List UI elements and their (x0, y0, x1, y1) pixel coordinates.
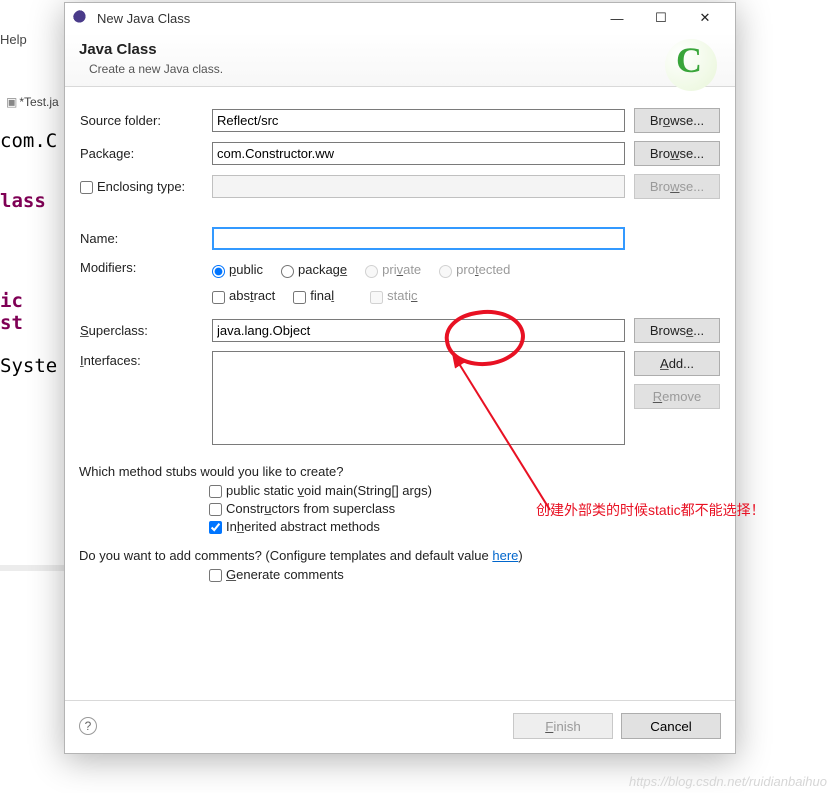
mod-protected: protected (439, 262, 510, 277)
browse-package-button[interactable]: Browse... (634, 141, 720, 166)
add-interface-button[interactable]: Add... (634, 351, 720, 376)
label-package: Package: (80, 146, 134, 161)
eclipse-icon (73, 10, 89, 26)
radio-package[interactable] (281, 265, 294, 278)
bg-code-1: com.C (0, 130, 57, 152)
new-class-dialog: New Java Class — ☐ ✕ Java Class Create a… (64, 2, 736, 754)
banner-sub: Create a new Java class. (89, 62, 721, 76)
label-source-folder: Source folder: (80, 113, 161, 128)
check-inherited[interactable] (209, 521, 222, 534)
browse-superclass-button[interactable]: Browse... (634, 318, 720, 343)
browse-source-button[interactable]: Browse... (634, 108, 720, 133)
mod-abstract[interactable]: abstract (212, 288, 275, 303)
mod-package[interactable]: package (281, 262, 347, 277)
close-button[interactable]: ✕ (683, 4, 727, 32)
stub-main[interactable]: public static void main(String[] args) (209, 483, 721, 498)
label-superclass: Superclass: (80, 323, 148, 338)
editor-tab[interactable]: ▣*Test.ja (6, 95, 59, 109)
check-main[interactable] (209, 485, 222, 498)
enclosing-input (212, 175, 625, 198)
stubs-question: Which method stubs would you like to cre… (79, 464, 721, 479)
window-title: New Java Class (97, 11, 595, 26)
configure-here-link[interactable]: here (492, 548, 518, 563)
label-interfaces: Interfaces: (80, 353, 141, 368)
stub-inherited[interactable]: Inherited abstract methods (209, 519, 721, 534)
dialog-banner: Java Class Create a new Java class. C (65, 33, 735, 87)
bg-code-4: Syste (0, 355, 57, 377)
superclass-input[interactable] (212, 319, 625, 342)
remove-interface-button: Remove (634, 384, 720, 409)
stub-constructors[interactable]: Constructors from superclass (209, 501, 721, 516)
mod-private: private (365, 262, 421, 277)
check-abstract[interactable] (212, 291, 225, 304)
source-folder-input[interactable] (212, 109, 625, 132)
label-name: Name: (80, 231, 118, 246)
menu-help[interactable]: Help (0, 32, 27, 47)
class-icon: C (665, 39, 717, 91)
check-generate-comments[interactable] (209, 569, 222, 582)
mod-public[interactable]: public (212, 262, 263, 277)
bg-stripe (0, 565, 64, 571)
check-final[interactable] (293, 291, 306, 304)
form-area: Source folder: Browse... Package: Browse… (65, 87, 735, 593)
comments-question: Do you want to add comments? (Configure … (79, 548, 721, 563)
maximize-button[interactable]: ☐ (639, 4, 683, 32)
dialog-footer: ? Finish Cancel (65, 700, 735, 753)
check-static (370, 291, 383, 304)
interfaces-list[interactable] (212, 351, 625, 445)
mod-final[interactable]: final (293, 288, 334, 303)
mod-static: static (370, 288, 417, 303)
banner-heading: Java Class (79, 41, 721, 58)
gen-comments[interactable]: Generate comments (209, 567, 721, 582)
bg-code-3: ic st (0, 290, 23, 334)
minimize-button[interactable]: — (595, 4, 639, 32)
cancel-button[interactable]: Cancel (621, 713, 721, 739)
radio-protected (439, 265, 452, 278)
label-modifiers: Modifiers: (80, 260, 136, 275)
bg-code-2: lass (0, 190, 46, 212)
name-input[interactable] (212, 227, 625, 250)
enclosing-checkbox[interactable] (80, 181, 93, 194)
label-enclosing[interactable]: Enclosing type: (80, 179, 185, 194)
browse-enclosing-button: Browse... (634, 174, 720, 199)
radio-public[interactable] (212, 265, 225, 278)
titlebar: New Java Class — ☐ ✕ (65, 3, 735, 33)
package-input[interactable] (212, 142, 625, 165)
watermark: https://blog.csdn.net/ruidianbaihuo (629, 774, 827, 789)
check-constructors[interactable] (209, 503, 222, 516)
help-icon[interactable]: ? (79, 717, 97, 735)
radio-private (365, 265, 378, 278)
finish-button: Finish (513, 713, 613, 739)
